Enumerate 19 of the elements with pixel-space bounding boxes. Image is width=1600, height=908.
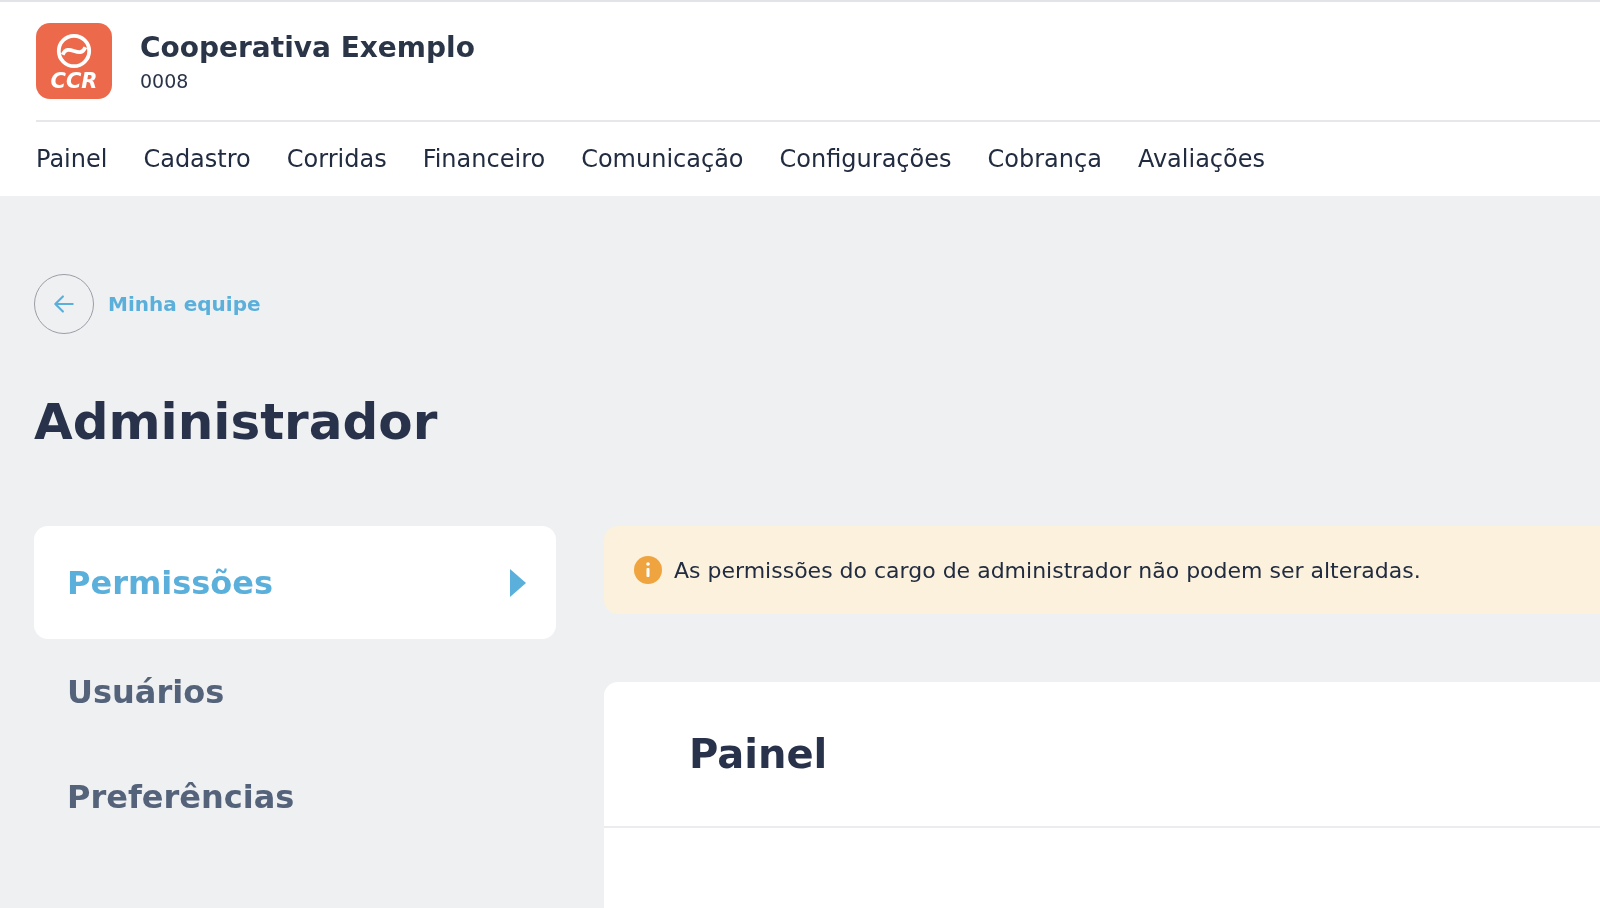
- nav-link[interactable]: Cadastro: [143, 145, 251, 173]
- nav-link[interactable]: Comunicação: [581, 145, 744, 173]
- nav-link[interactable]: Avaliações: [1137, 145, 1265, 173]
- organization-name: Cooperativa Exemplo: [140, 30, 475, 66]
- page-title: Administrador: [34, 392, 439, 453]
- nav-link[interactable]: Painel: [36, 145, 108, 173]
- app-logo: CCR: [36, 23, 112, 99]
- nav-link[interactable]: Configurações: [779, 145, 952, 173]
- info-icon: [634, 556, 662, 584]
- swirl-icon: [55, 32, 93, 70]
- alert-message: As permissões do cargo de administrador não podem ser alteradas.: [674, 557, 1421, 583]
- nav-link[interactable]: Corridas: [286, 145, 387, 173]
- sidebar-item[interactable]: Usuários: [34, 639, 556, 744]
- sidebar-item[interactable]: Preferências: [34, 744, 556, 849]
- organization-code: 0008: [140, 70, 190, 92]
- nav-link[interactable]: Financeiro: [422, 145, 546, 173]
- caret-right-icon: [510, 568, 526, 597]
- nav-link[interactable]: Cobrança: [987, 145, 1102, 173]
- section-title: Painel: [689, 731, 828, 777]
